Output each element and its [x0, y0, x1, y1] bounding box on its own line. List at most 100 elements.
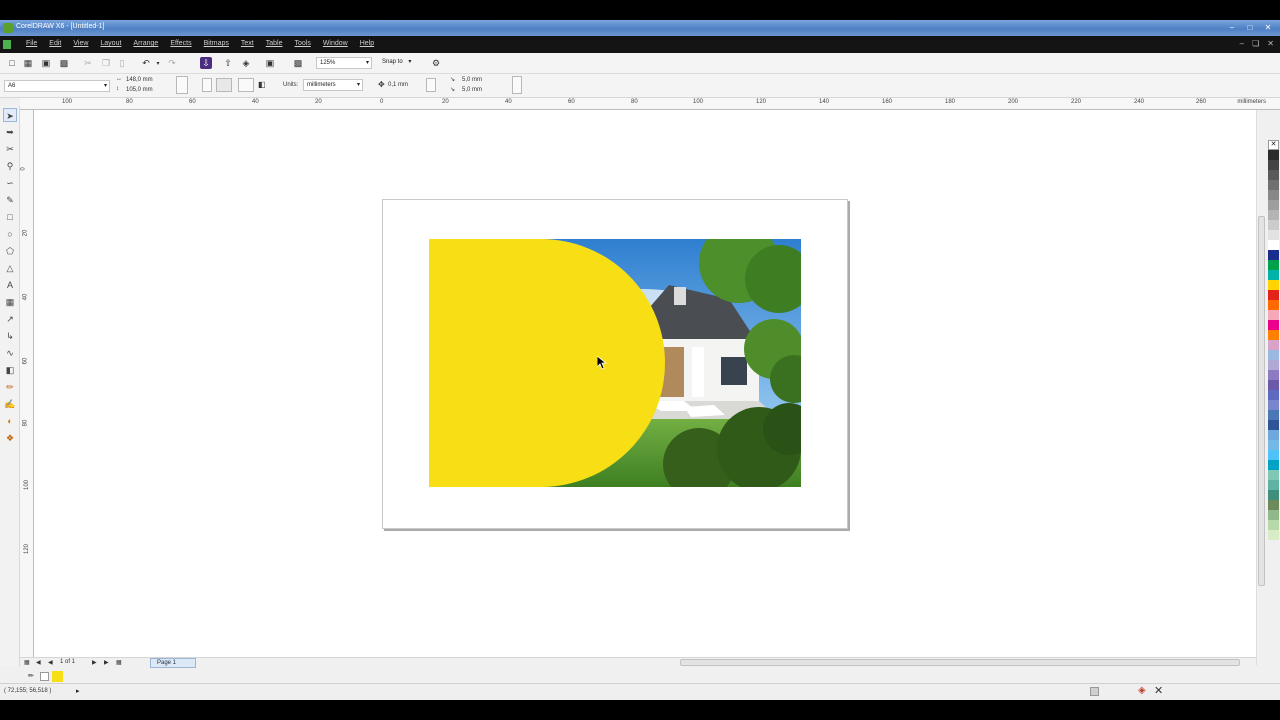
menu-window[interactable]: Window: [317, 40, 354, 47]
palette-swatch[interactable]: [1268, 490, 1279, 500]
vertical-ruler[interactable]: 0 20 40 60 80 100 120: [20, 110, 34, 665]
add-page-after-icon[interactable]: ▦: [116, 659, 122, 666]
palette-swatch[interactable]: [1268, 280, 1279, 290]
palette-swatch[interactable]: [1268, 450, 1279, 460]
transparency-tool-icon[interactable]: ◧: [3, 363, 17, 377]
palette-swatch[interactable]: [1268, 440, 1279, 450]
palette-swatch[interactable]: [1268, 360, 1279, 370]
copy-icon[interactable]: ❐: [100, 57, 112, 69]
palette-swatch[interactable]: [1268, 250, 1279, 260]
palette-swatch[interactable]: [1268, 330, 1279, 340]
polygon-tool-icon[interactable]: ⬠: [3, 244, 17, 258]
interactive-fill-icon[interactable]: ❖: [3, 431, 17, 445]
no-outline-icon[interactable]: ✕: [1154, 684, 1163, 697]
palette-swatch[interactable]: [1268, 400, 1279, 410]
palette-swatch[interactable]: [1268, 260, 1279, 270]
palette-swatch[interactable]: [1268, 180, 1279, 190]
vertical-scrollbar-thumb[interactable]: [1258, 216, 1265, 586]
menu-help[interactable]: Help: [354, 40, 380, 47]
menu-bitmaps[interactable]: Bitmaps: [198, 40, 235, 47]
palette-swatch[interactable]: [1268, 210, 1279, 220]
shape-tool-icon[interactable]: ➥: [3, 125, 17, 139]
horizontal-scrollbar[interactable]: [660, 659, 1250, 667]
menu-table[interactable]: Table: [260, 40, 289, 47]
fill-bucket-icon[interactable]: ◈: [1138, 685, 1146, 696]
parallel-dimension-icon[interactable]: ↗: [3, 312, 17, 326]
save-icon[interactable]: ▣: [40, 57, 52, 69]
palette-swatch[interactable]: [1268, 160, 1279, 170]
first-page-icon[interactable]: ◀: [36, 659, 41, 666]
redo-icon[interactable]: ↷: [166, 57, 178, 69]
doc-minimize-button[interactable]: –: [1240, 39, 1244, 48]
palette-swatch[interactable]: [1268, 150, 1279, 160]
palette-swatch[interactable]: [1268, 240, 1279, 250]
rectangle-tool-icon[interactable]: □: [3, 210, 17, 224]
maximize-button[interactable]: □: [1242, 22, 1258, 33]
palette-swatch[interactable]: [1268, 350, 1279, 360]
menu-edit[interactable]: Edit: [43, 40, 67, 47]
undo-icon[interactable]: ↶: [140, 57, 152, 69]
vertical-scrollbar[interactable]: [1256, 110, 1265, 665]
paste-icon[interactable]: ▯: [116, 57, 128, 69]
import-icon[interactable]: ⇩: [200, 57, 212, 69]
horizontal-ruler[interactable]: 100 80 60 40 20 0 20 40 60 80 100 120 14…: [20, 98, 1280, 110]
palette-swatch[interactable]: [1268, 230, 1279, 240]
palette-swatch[interactable]: [1268, 480, 1279, 490]
menu-layout[interactable]: Layout: [94, 40, 127, 47]
palette-swatch[interactable]: [1268, 390, 1279, 400]
palette-swatch[interactable]: [1268, 470, 1279, 480]
print-icon[interactable]: ▩: [58, 57, 70, 69]
palette-swatch[interactable]: [1268, 530, 1279, 540]
fill-indicator-icon[interactable]: [1090, 687, 1099, 696]
all-pages-icon[interactable]: [238, 78, 254, 92]
palette-swatch[interactable]: [1268, 220, 1279, 230]
palette-swatch[interactable]: [1268, 370, 1279, 380]
add-page-icon[interactable]: ▦: [24, 659, 30, 666]
new-document-icon[interactable]: □: [6, 57, 18, 69]
undo-dropdown-icon[interactable]: ▾: [152, 57, 164, 69]
next-page-icon[interactable]: ▶: [92, 659, 97, 666]
units-select[interactable]: millimeters ▾: [303, 79, 363, 91]
export-icon[interactable]: ⇧: [222, 57, 234, 69]
freehand-tool-icon[interactable]: ∽: [3, 176, 17, 190]
basic-shapes-icon[interactable]: △: [3, 261, 17, 275]
menu-view[interactable]: View: [67, 40, 94, 47]
palette-swatch[interactable]: [1268, 430, 1279, 440]
house-photo-with-yellow-shape[interactable]: [429, 239, 801, 487]
connector-tool-icon[interactable]: ↳: [3, 329, 17, 343]
palette-swatch[interactable]: [1268, 380, 1279, 390]
eyedropper-icon[interactable]: ✏: [28, 672, 34, 680]
menu-effects[interactable]: Effects: [164, 40, 197, 47]
minimize-button[interactable]: –: [1224, 22, 1240, 33]
menu-arrange[interactable]: Arrange: [127, 40, 164, 47]
no-color-swatch[interactable]: ✕: [1268, 140, 1279, 150]
portrait-icon[interactable]: [202, 78, 212, 92]
palette-swatch[interactable]: [1268, 420, 1279, 430]
page-width-field[interactable]: 148,0 mm: [126, 77, 153, 83]
size-spinner[interactable]: [176, 76, 188, 94]
smart-fill-icon[interactable]: ✎: [3, 193, 17, 207]
last-page-icon[interactable]: ▶: [104, 659, 109, 666]
ellipse-tool-icon[interactable]: ○: [3, 227, 17, 241]
prev-page-icon[interactable]: ◀: [48, 659, 53, 666]
palette-swatch[interactable]: [1268, 290, 1279, 300]
application-launcher-icon[interactable]: ▣: [264, 57, 276, 69]
close-button[interactable]: ✕: [1260, 22, 1276, 33]
crop-tool-icon[interactable]: ✂: [3, 142, 17, 156]
blend-tool-icon[interactable]: ∿: [3, 346, 17, 360]
menu-file[interactable]: File: [20, 40, 43, 47]
palette-swatch[interactable]: [1268, 500, 1279, 510]
menu-tools[interactable]: Tools: [288, 40, 316, 47]
palette-swatch[interactable]: [1268, 460, 1279, 470]
nudge-distance-field[interactable]: 0,1 mm: [388, 82, 408, 88]
palette-swatch[interactable]: [1268, 190, 1279, 200]
outline-pen-icon[interactable]: ✍: [3, 397, 17, 411]
table-tool-icon[interactable]: ▦: [3, 295, 17, 309]
welcome-screen-icon[interactable]: ▩: [292, 57, 304, 69]
pick-tool-icon[interactable]: ➤: [3, 108, 17, 122]
page-height-field[interactable]: 105,0 mm: [126, 87, 153, 93]
palette-swatch[interactable]: [1268, 310, 1279, 320]
current-page-icon[interactable]: ◧: [258, 80, 266, 89]
page-size-select[interactable]: A6 ▾: [4, 80, 110, 92]
document-yellow-swatch[interactable]: [52, 671, 63, 682]
